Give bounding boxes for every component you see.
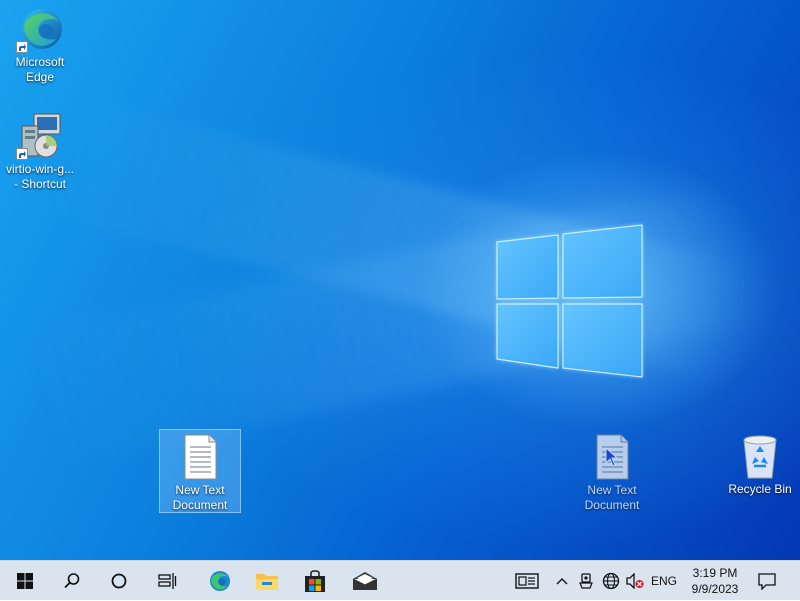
mail-icon <box>352 572 378 590</box>
desktop-icon-label: - Shortcut <box>13 177 67 191</box>
cortana-button[interactable] <box>96 561 142 601</box>
light-beam <box>25 181 759 469</box>
cortana-icon <box>111 573 127 589</box>
desktop-icon-recycle-bin[interactable]: Recycle Bin <box>720 432 800 497</box>
shortcut-arrow-icon <box>16 41 28 53</box>
volume-muted-icon <box>626 573 644 589</box>
desktop-icon-new-text-document-2[interactable]: New Text Document <box>572 433 652 513</box>
mail-button[interactable] <box>342 561 388 601</box>
desktop-icon-microsoft-edge[interactable]: Microsoft Edge <box>0 5 80 85</box>
windows-logo-wallpaper <box>496 224 643 378</box>
desktop-icon-label: New Text <box>175 483 225 497</box>
clock-date: 9/9/2023 <box>691 582 739 596</box>
network-icon <box>602 572 620 590</box>
edge-icon <box>210 571 230 591</box>
desktop-icon-label: Edge <box>25 70 55 84</box>
desktop-icon-label: New Text <box>587 483 637 497</box>
text-document-icon <box>588 433 636 481</box>
edge-icon <box>16 5 64 53</box>
desktop-icon-label: Document <box>172 498 228 512</box>
file-explorer-button[interactable] <box>244 561 290 601</box>
file-explorer-icon <box>256 574 278 590</box>
task-view-icon <box>158 573 177 589</box>
chevron-up-icon <box>556 578 568 585</box>
show-hidden-icons-button[interactable] <box>552 561 572 601</box>
desktop-icon-label: virtio-win-g... <box>5 162 74 176</box>
mouse-cursor-icon <box>605 447 619 467</box>
shortcut-arrow-icon <box>16 148 28 160</box>
search-icon <box>64 573 80 589</box>
light-beam <box>45 96 754 383</box>
notification-icon <box>758 572 776 590</box>
meet-now-icon <box>579 573 593 589</box>
news-button[interactable] <box>510 561 544 601</box>
meet-now-button[interactable] <box>576 561 596 601</box>
task-view-button[interactable] <box>144 561 190 601</box>
desktop-icon-label: Document <box>584 498 640 512</box>
microsoft-store-icon <box>305 570 325 592</box>
clock[interactable]: 3:19 PM 9/9/2023 <box>682 565 748 597</box>
text-document-icon <box>176 433 224 481</box>
desktop-icon-virtio-shortcut[interactable]: virtio-win-g... - Shortcut <box>0 112 80 192</box>
desktop[interactable]: Microsoft Edge virtio-win-g... - Shortcu… <box>0 0 800 560</box>
taskbar-edge-button[interactable] <box>196 561 242 601</box>
desktop-icon-new-text-document[interactable]: New Text Document <box>159 429 241 513</box>
microsoft-store-button[interactable] <box>292 561 338 601</box>
news-icon <box>515 573 539 589</box>
input-language-button[interactable]: ENG <box>648 561 680 601</box>
recycle-bin-icon <box>736 432 784 480</box>
search-button[interactable] <box>49 561 95 601</box>
clock-time: 3:19 PM <box>692 566 738 580</box>
action-center-button[interactable] <box>752 561 782 601</box>
installer-icon <box>16 112 64 160</box>
taskbar: ENG 3:19 PM 9/9/2023 <box>0 560 800 600</box>
desktop-icon-label: Recycle Bin <box>728 482 792 496</box>
start-icon <box>17 573 33 589</box>
volume-button[interactable] <box>624 561 646 601</box>
desktop-icon-label: Microsoft <box>15 55 65 69</box>
network-button[interactable] <box>600 561 622 601</box>
start-button[interactable] <box>2 561 48 601</box>
